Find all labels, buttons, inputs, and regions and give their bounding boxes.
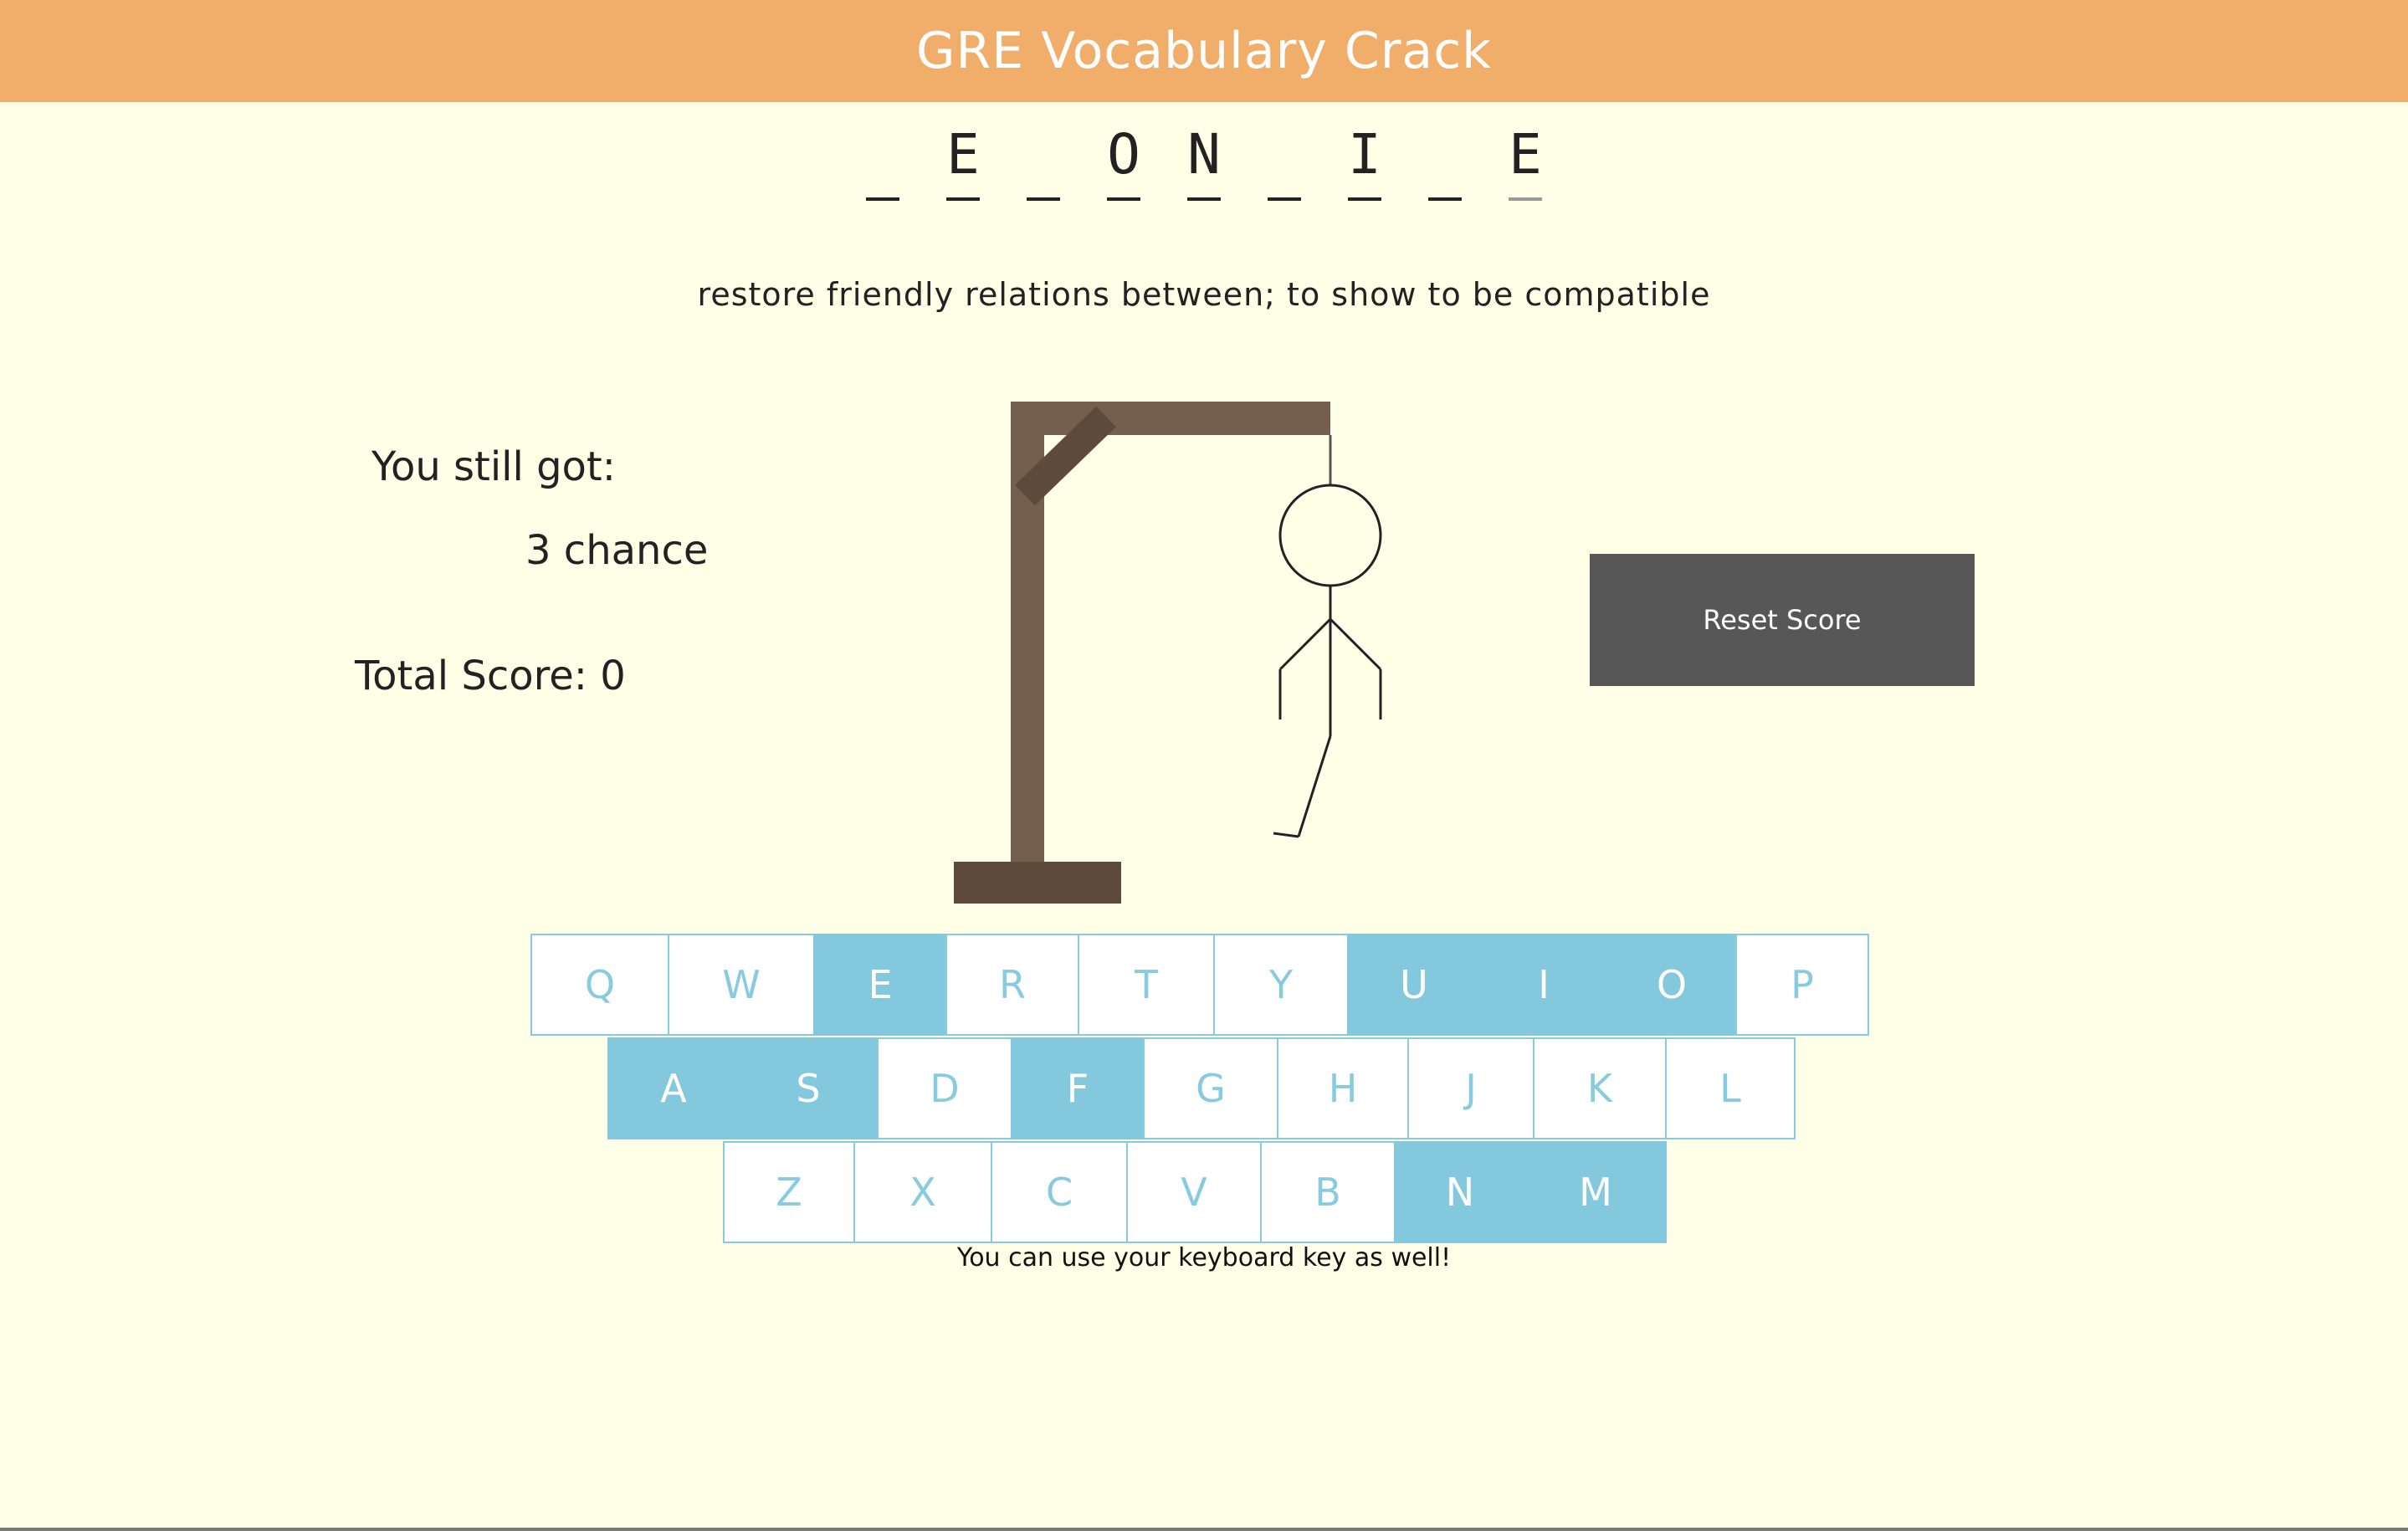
letter-slot bbox=[1251, 125, 1318, 201]
chances-remaining: 3 chance bbox=[525, 527, 709, 574]
key-h[interactable]: H bbox=[1277, 1037, 1409, 1139]
figure-left-leg bbox=[1297, 735, 1332, 837]
letter-slot: I bbox=[1331, 125, 1398, 201]
letter-underline bbox=[1428, 197, 1462, 201]
key-u[interactable]: U bbox=[1347, 934, 1481, 1036]
letter-underline bbox=[1348, 197, 1381, 201]
letter-slot bbox=[1010, 125, 1077, 201]
key-n[interactable]: N bbox=[1394, 1141, 1526, 1243]
keyboard-row: ASDFGHJKL bbox=[607, 1037, 1796, 1139]
gallows-top-beam bbox=[1011, 402, 1330, 435]
figure-left-arm bbox=[1278, 617, 1332, 671]
keyboard-row: QWERTYUIOP bbox=[530, 934, 1869, 1036]
key-c[interactable]: C bbox=[991, 1141, 1128, 1243]
key-x[interactable]: X bbox=[853, 1141, 992, 1243]
letter-underline bbox=[946, 197, 980, 201]
key-f[interactable]: F bbox=[1011, 1037, 1145, 1139]
keyboard-row: ZXCVBNM bbox=[723, 1141, 1667, 1243]
key-s[interactable]: S bbox=[738, 1037, 879, 1139]
letter-slot: E bbox=[930, 125, 997, 201]
letter-underline bbox=[1107, 197, 1140, 201]
letter-underline bbox=[1187, 197, 1221, 201]
letter-char: O bbox=[1107, 122, 1140, 187]
key-e[interactable]: E bbox=[813, 934, 947, 1036]
key-o[interactable]: O bbox=[1606, 934, 1737, 1036]
figure-head bbox=[1278, 484, 1382, 587]
key-t[interactable]: T bbox=[1078, 934, 1215, 1036]
word-hint: restore friendly relations between; to s… bbox=[697, 276, 1711, 313]
word-puzzle: E ON I E bbox=[0, 117, 2408, 201]
letter-underline bbox=[1027, 197, 1060, 201]
key-z[interactable]: Z bbox=[723, 1141, 855, 1243]
letter-underline bbox=[1509, 197, 1542, 201]
chances-label: You still got: bbox=[371, 443, 616, 490]
letter-slot bbox=[849, 125, 916, 201]
reset-score-button[interactable]: Reset Score bbox=[1590, 554, 1975, 686]
gallows-icon bbox=[954, 402, 1382, 904]
key-y[interactable]: Y bbox=[1213, 934, 1349, 1036]
key-i[interactable]: I bbox=[1479, 934, 1608, 1036]
stick-figure-icon bbox=[1273, 484, 1382, 838]
letter-underline bbox=[866, 197, 899, 201]
key-b[interactable]: B bbox=[1260, 1141, 1396, 1243]
letter-slot: O bbox=[1090, 125, 1157, 201]
hangman-drawing bbox=[945, 393, 1414, 915]
key-g[interactable]: G bbox=[1143, 1037, 1278, 1139]
letter-char: E bbox=[1509, 122, 1542, 187]
letter-slot: N bbox=[1171, 125, 1237, 201]
figure-right-arm bbox=[1329, 617, 1382, 671]
letter-slot bbox=[1411, 125, 1478, 201]
key-m[interactable]: M bbox=[1524, 1141, 1667, 1243]
key-k[interactable]: K bbox=[1533, 1037, 1667, 1139]
key-l[interactable]: L bbox=[1665, 1037, 1796, 1139]
keyboard-note: You can use your keyboard key as well! bbox=[956, 1243, 1452, 1272]
key-w[interactable]: W bbox=[668, 934, 815, 1036]
key-j[interactable]: J bbox=[1407, 1037, 1534, 1139]
letter-slot: E bbox=[1492, 125, 1559, 201]
window-bottom-edge bbox=[0, 1528, 2408, 1531]
key-d[interactable]: D bbox=[877, 1037, 1012, 1139]
key-r[interactable]: R bbox=[945, 934, 1079, 1036]
key-p[interactable]: P bbox=[1735, 934, 1869, 1036]
key-v[interactable]: V bbox=[1126, 1141, 1262, 1243]
figure-left-foot bbox=[1273, 832, 1299, 838]
letter-char: E bbox=[946, 122, 980, 187]
total-score: Total Score: 0 bbox=[355, 653, 626, 699]
gallows-base bbox=[954, 862, 1121, 904]
key-q[interactable]: Q bbox=[530, 934, 669, 1036]
letter-underline bbox=[1268, 197, 1301, 201]
app-title: GRE Vocabulary Crack bbox=[916, 22, 1492, 80]
key-a[interactable]: A bbox=[607, 1037, 740, 1139]
app-header: GRE Vocabulary Crack bbox=[0, 0, 2408, 102]
letter-char: N bbox=[1187, 122, 1221, 187]
letter-char: I bbox=[1348, 122, 1381, 187]
